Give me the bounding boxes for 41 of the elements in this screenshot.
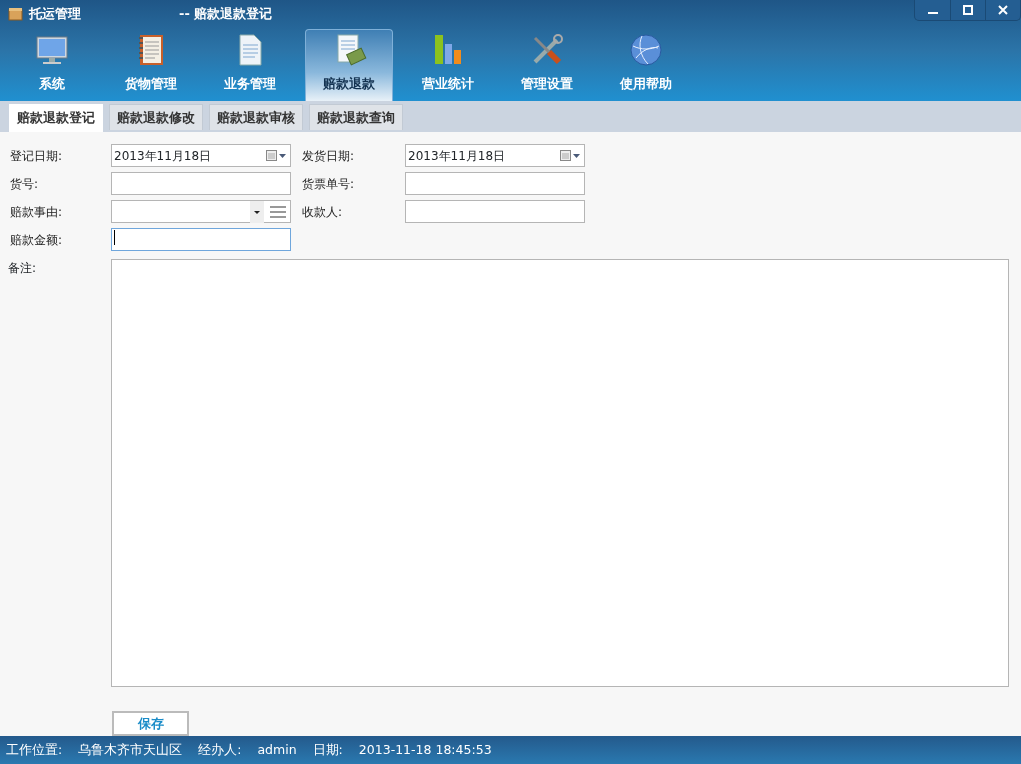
- toolbar-button[interactable]: 业务管理: [206, 29, 294, 101]
- calendar-icon[interactable]: [266, 149, 288, 162]
- remarks-field[interactable]: [111, 259, 1009, 687]
- input-field[interactable]: [111, 172, 291, 195]
- field-label: 货号:: [10, 175, 40, 193]
- field-label: 货票单号:: [302, 175, 356, 193]
- status-label: 经办人:: [198, 740, 242, 759]
- toolbar-button[interactable]: 货物管理: [107, 29, 195, 101]
- status-label: 日期:: [312, 740, 343, 759]
- field-label: 登记日期:: [10, 147, 64, 165]
- list-icon[interactable]: [268, 204, 288, 219]
- tab[interactable]: 赔款退款修改: [109, 103, 203, 130]
- date-field[interactable]: 2013年11月18日: [405, 144, 585, 167]
- field-label: 收款人:: [302, 203, 344, 221]
- field-label: 赔款金额:: [10, 231, 64, 249]
- status-value: admin: [257, 740, 297, 759]
- status-value: 乌鲁木齐市天山区: [78, 740, 183, 759]
- dropdown-field[interactable]: [111, 200, 291, 223]
- tab[interactable]: 赔款退款登记: [9, 103, 103, 132]
- status-label: 工作位置:: [6, 740, 63, 759]
- toolbar-button[interactable]: 营业统计: [404, 29, 492, 101]
- input-field[interactable]: [405, 200, 585, 223]
- date-field[interactable]: 2013年11月18日: [111, 144, 291, 167]
- window-subtitle: -- 赔款退款登记: [179, 5, 273, 24]
- tab[interactable]: 赔款退款审核: [209, 103, 303, 130]
- toolbar-button[interactable]: 赔款退款: [305, 29, 393, 101]
- status-value: 2013-11-18 18:45:53: [358, 740, 492, 759]
- save-button[interactable]: 保存: [112, 711, 189, 736]
- input-field[interactable]: [111, 228, 291, 251]
- globe-icon: [628, 31, 664, 68]
- calendar-icon[interactable]: [560, 149, 582, 162]
- window-title: 托运管理: [29, 5, 82, 24]
- field-label: 备注:: [8, 261, 37, 275]
- box-icon: [8, 7, 23, 21]
- toolbar-button[interactable]: 管理设置: [503, 29, 591, 101]
- tab[interactable]: 赔款退款查询: [309, 103, 403, 130]
- field-label: 发货日期:: [302, 147, 356, 165]
- field-label: 赔款事由:: [10, 203, 64, 221]
- input-field[interactable]: [405, 172, 585, 195]
- toolbar-button[interactable]: 系统: [8, 29, 96, 101]
- toolbar-button[interactable]: 使用帮助: [602, 29, 690, 101]
